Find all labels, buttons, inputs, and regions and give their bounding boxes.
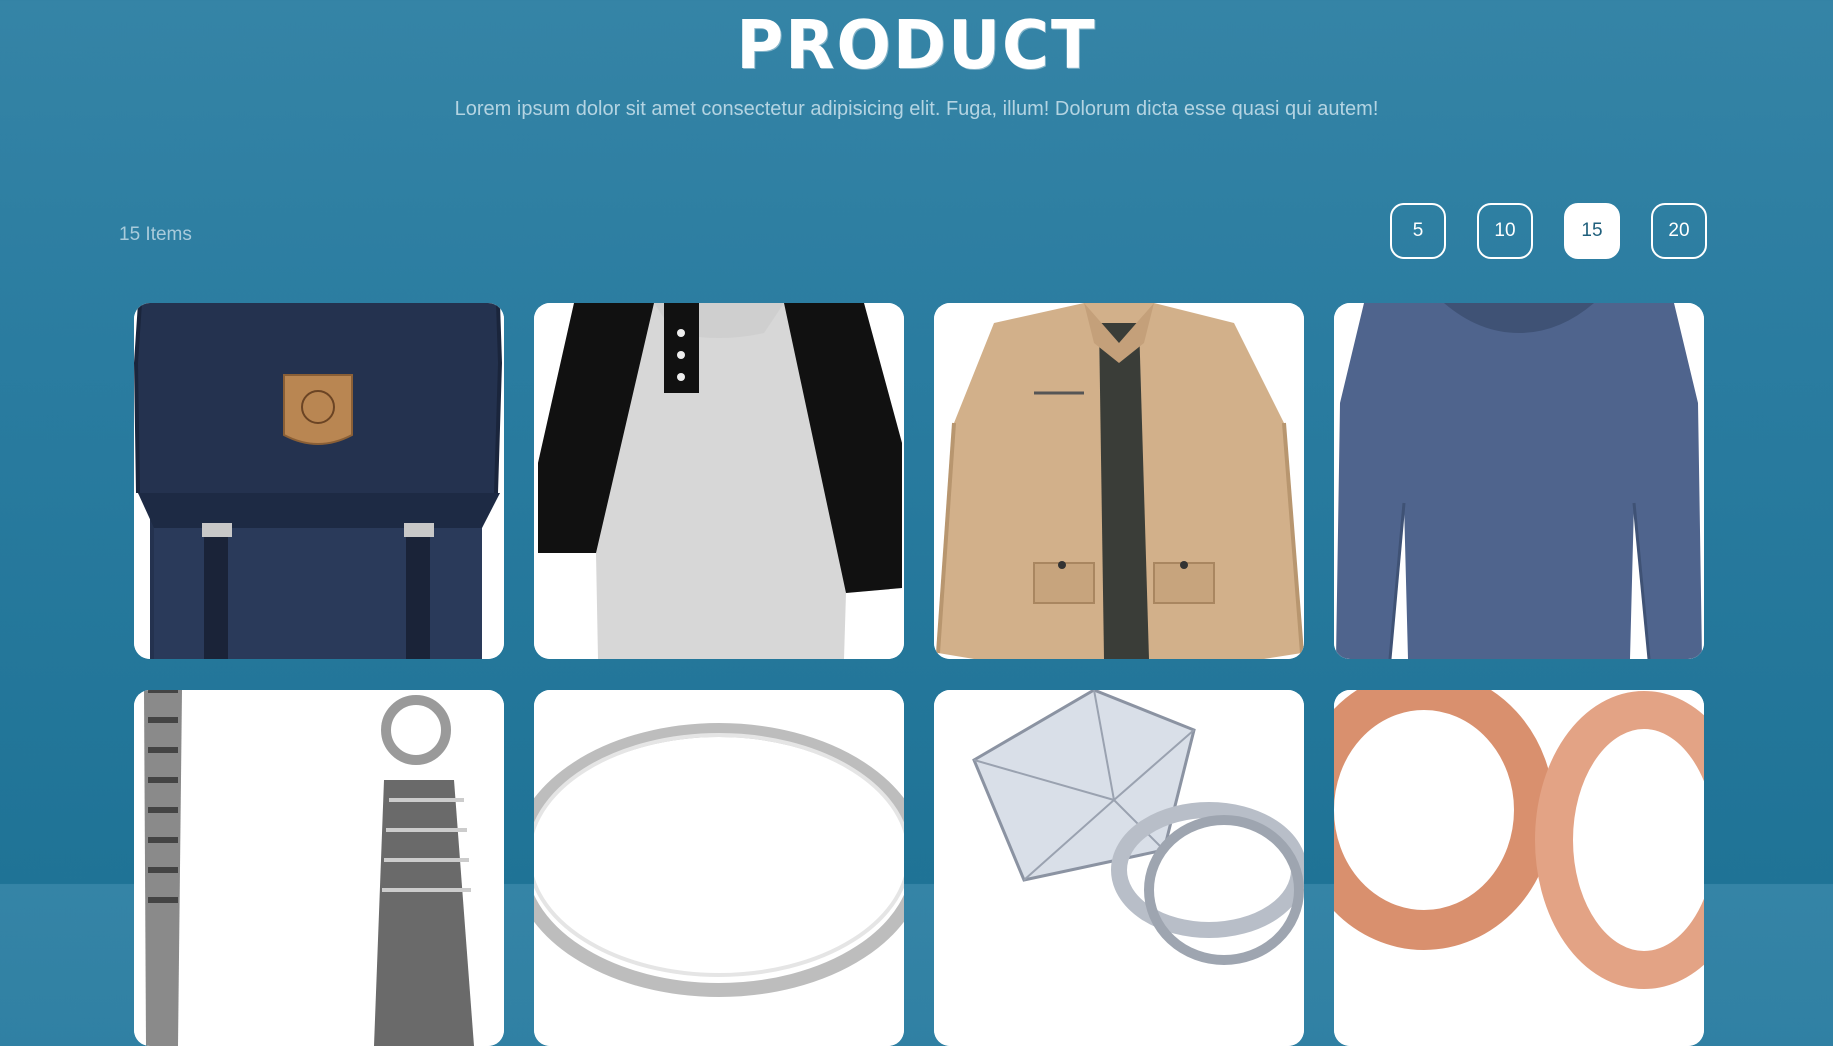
product-grid bbox=[134, 303, 1704, 1046]
product-card[interactable] bbox=[534, 303, 904, 659]
product-card[interactable] bbox=[934, 303, 1304, 659]
diamond-ring-image bbox=[934, 690, 1304, 1046]
product-card[interactable] bbox=[1334, 690, 1704, 1046]
page-size-button-10[interactable]: 10 bbox=[1477, 203, 1533, 259]
product-card[interactable] bbox=[1334, 303, 1704, 659]
page-subtitle: Lorem ipsum dolor sit amet consectetur a… bbox=[454, 98, 1379, 120]
long-sleeve-shirt-image bbox=[1334, 303, 1704, 659]
bracelet-image bbox=[134, 690, 504, 1046]
product-card[interactable] bbox=[934, 690, 1304, 1046]
backpack-image bbox=[134, 303, 504, 659]
product-card[interactable] bbox=[134, 303, 504, 659]
henley-shirt-image bbox=[534, 303, 904, 659]
page-size-button-5[interactable]: 5 bbox=[1390, 203, 1446, 259]
page-size-button-20[interactable]: 20 bbox=[1651, 203, 1707, 259]
jacket-image bbox=[934, 303, 1304, 659]
page-size-button-15[interactable]: 15 bbox=[1564, 203, 1620, 259]
page-size-selector: 5 10 15 20 bbox=[1390, 203, 1707, 259]
items-count: 15 Items bbox=[119, 224, 192, 245]
page-title: PRODUCT bbox=[736, 7, 1097, 85]
product-card[interactable] bbox=[134, 690, 504, 1046]
product-card[interactable] bbox=[534, 690, 904, 1046]
rose-gold-rings-image bbox=[1334, 690, 1704, 1046]
ring-image bbox=[534, 690, 904, 1046]
